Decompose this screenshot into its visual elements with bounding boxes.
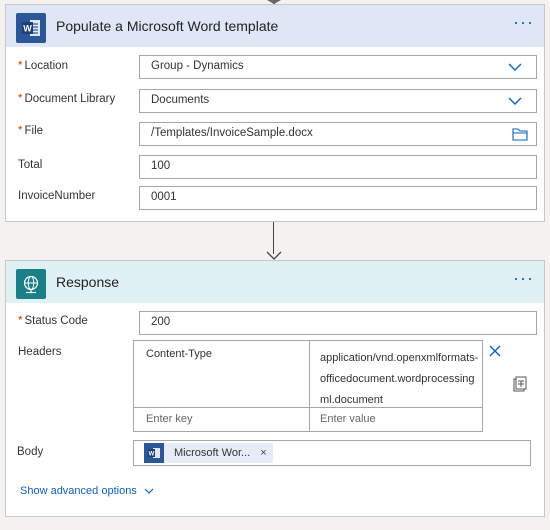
connector-line: [273, 222, 274, 254]
folder-icon[interactable]: [512, 127, 528, 141]
invoice-number-value: 0001: [151, 191, 177, 203]
word-icon: W: [144, 443, 164, 463]
remove-token-icon[interactable]: ×: [260, 447, 266, 459]
response-card-header[interactable]: Response ···: [6, 261, 544, 303]
header-key-input[interactable]: Enter key: [146, 413, 192, 425]
location-dropdown[interactable]: Group - Dynamics: [139, 55, 537, 79]
status-code-label: * Status Code: [18, 315, 88, 327]
body-input[interactable]: W Microsoft Wor... ×: [133, 440, 531, 466]
total-value: 100: [151, 160, 171, 172]
headers-table: Content-Type application/vnd.openxmlform…: [133, 340, 483, 432]
chevron-down-icon: [144, 488, 154, 494]
chevron-down-icon: [508, 63, 522, 71]
header-value-cell[interactable]: application/vnd.openxmlformats-officedoc…: [320, 348, 482, 411]
show-advanced-options-link[interactable]: Show advanced options: [20, 485, 154, 497]
file-label: * File: [18, 125, 44, 137]
headers-divider: [309, 341, 310, 431]
svg-text:W: W: [149, 452, 155, 458]
headers-label: Headers: [18, 346, 62, 358]
token-label: Microsoft Wor...: [174, 447, 251, 459]
invoice-number-label: InvoiceNumber: [18, 190, 96, 202]
word-card-header[interactable]: W Populate a Microsoft Word template ···: [6, 5, 544, 47]
delete-header-icon[interactable]: [488, 344, 502, 358]
status-code-value: 200: [151, 316, 171, 328]
status-code-input[interactable]: 200: [139, 311, 537, 335]
document-library-value: Documents: [151, 94, 210, 106]
word-template-card: W Populate a Microsoft Word template ···…: [5, 4, 545, 222]
globe-icon: [16, 269, 46, 299]
dynamic-content-token[interactable]: W Microsoft Wor... ×: [144, 443, 273, 463]
document-library-label: * Document Library: [18, 93, 116, 105]
word-card-title: Populate a Microsoft Word template: [56, 18, 279, 34]
chevron-down-icon: [508, 97, 522, 105]
location-label: * Location: [18, 60, 68, 72]
header-key-cell[interactable]: Content-Type: [146, 348, 212, 360]
location-value: Group - Dynamics: [151, 60, 244, 72]
word-card-more-icon[interactable]: ···: [513, 13, 534, 31]
invoice-number-input[interactable]: 0001: [139, 186, 537, 210]
total-label: Total: [18, 159, 43, 171]
response-card-more-icon[interactable]: ···: [513, 269, 534, 287]
file-input[interactable]: /Templates/InvoiceSample.docx: [139, 122, 537, 146]
word-icon: W: [16, 13, 46, 43]
advanced-options-label: Show advanced options: [20, 485, 137, 497]
svg-text:W: W: [23, 24, 32, 34]
document-library-dropdown[interactable]: Documents: [139, 89, 537, 113]
body-label: Body: [17, 446, 44, 458]
file-value: /Templates/InvoiceSample.docx: [151, 127, 313, 139]
total-input[interactable]: 100: [139, 155, 537, 179]
header-value-input[interactable]: Enter value: [320, 413, 376, 425]
switch-to-text-mode-icon[interactable]: [513, 376, 527, 392]
response-card-title: Response: [56, 274, 120, 290]
